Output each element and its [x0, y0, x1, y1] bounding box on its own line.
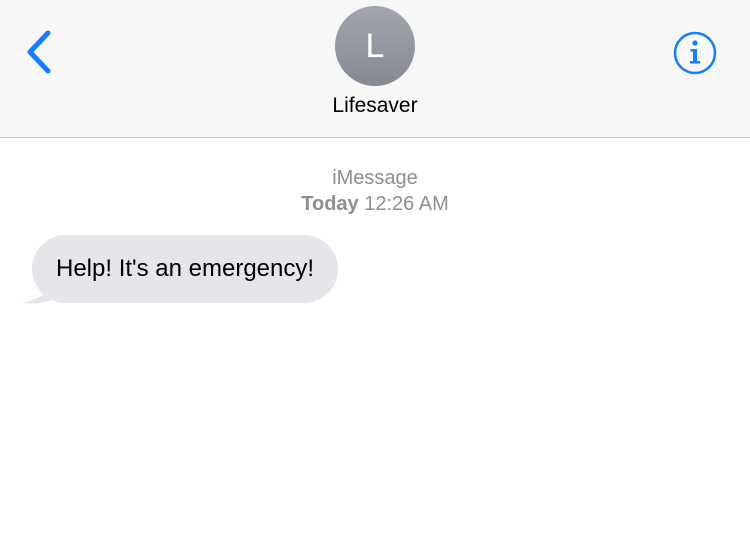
conversation-header: L Lifesaver [0, 0, 750, 138]
message-text: Help! It's an emergency! [56, 255, 315, 282]
message-row: Help! It's an emergency! [20, 235, 400, 307]
chevron-left-icon [27, 30, 51, 74]
messages-screen: L Lifesaver iMessage Today 12:26 AM Help… [0, 0, 750, 559]
service-label: iMessage [332, 167, 418, 189]
timestamp-time: 12:26 AM [364, 193, 449, 215]
back-button[interactable] [14, 24, 64, 80]
conversation-meta: iMessage Today 12:26 AM [225, 165, 525, 217]
timestamp: Today 12:26 AM [225, 191, 525, 217]
incoming-message-bubble[interactable]: Help! It's an emergency! [32, 235, 339, 303]
info-button[interactable] [670, 28, 720, 78]
contact-avatar[interactable]: L [335, 6, 415, 86]
info-circle-icon [673, 31, 717, 75]
timestamp-day: Today [301, 193, 359, 215]
contact-name[interactable]: Lifesaver [275, 94, 475, 118]
avatar-initial: L [365, 27, 385, 65]
